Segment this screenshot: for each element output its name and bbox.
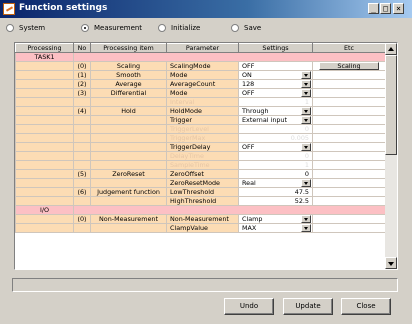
dropdown-arrow-icon[interactable] [301,80,311,88]
table-row: (0) Scaling ScalingMode OFF Scaling [15,61,386,71]
table-row: (2) Average AverageCount 128 [15,79,386,89]
setting-dropdown[interactable]: 128 [238,79,313,89]
table-row: (6) Judgement function LowThreshold 47.5 [15,187,386,197]
table-row: DelayTime 0 [15,151,386,161]
setting-dropdown[interactable]: MAX [238,223,313,233]
dropdown-arrow-icon[interactable] [301,71,311,79]
table-row: TriggerLevel 0 [15,124,386,134]
table-row: Interval 1 [15,97,386,107]
close-window-button[interactable]: × [393,3,404,14]
task1-label: TASK1 [15,52,74,62]
task1-row: TASK1 [15,52,386,62]
header-processing: Processing [15,43,74,53]
header-settings: Settings [238,43,313,53]
setting-text-field[interactable]: 0 [238,169,313,179]
setting-text-field[interactable]: 52.5 [238,196,313,206]
table-row: TriggerDelay OFF [15,142,386,152]
close-button[interactable]: Close [341,298,391,315]
settings-table: Processing No Processing item Parameter … [15,43,386,233]
radio-label: System [19,24,46,32]
dropdown-arrow-icon[interactable] [301,116,311,124]
scroll-down-icon[interactable] [385,257,397,269]
header-no: No [73,43,91,53]
minimize-button[interactable]: _ [368,3,379,14]
radio-system[interactable]: System [6,22,45,34]
table-row: (4) Hold HoldMode Through [15,106,386,116]
setting-text-field[interactable]: 47.5 [238,187,313,197]
scaling-button[interactable]: Scaling [319,62,379,70]
setting-dropdown[interactable]: Clamp [238,214,313,224]
dropdown-arrow-icon[interactable] [301,179,311,187]
radio-label: Save [244,24,262,32]
radio-measurement[interactable]: Measurement [81,22,142,34]
dropdown-arrow-icon[interactable] [301,215,311,223]
radio-dot-icon [6,24,14,32]
undo-button[interactable]: Undo [224,298,274,315]
table-row: Trigger External input [15,115,386,125]
radio-dot-icon [81,24,89,32]
app-icon [3,3,15,15]
radio-initialize[interactable]: Initialize [158,22,200,34]
table-row: HighThreshold 52.5 [15,196,386,206]
io-label: I/O [15,205,74,215]
maximize-button[interactable]: □ [380,3,391,14]
radio-dot-icon [231,24,239,32]
window-title: Function settings [19,3,108,13]
dropdown-arrow-icon[interactable] [301,224,311,232]
setting-text-field: 1 [238,97,313,107]
setting-dropdown[interactable]: OFF [238,88,313,98]
scroll-up-icon[interactable] [385,43,397,55]
update-button[interactable]: Update [283,298,333,315]
header-etc: Etc [312,43,386,53]
io-row: I/O [15,205,386,215]
header-parameter: Parameter [166,43,239,53]
table-row: (0) Non-Measurement Non-Measurement Clamp [15,214,386,224]
table-row: (1) Smooth Mode ON [15,70,386,80]
setting-dropdown[interactable]: Real [238,178,313,188]
table-row: ZeroResetMode Real [15,178,386,188]
radio-label: Initialize [171,24,201,32]
vertical-scrollbar[interactable] [385,43,397,269]
table-row: ClampValue MAX [15,223,386,233]
table-row: SampleTime 1 [15,160,386,170]
radio-dot-icon [158,24,166,32]
setting-text-field[interactable]: OFF [238,61,313,71]
header-processing-item: Processing item [90,43,167,53]
dropdown-arrow-icon[interactable] [301,143,311,151]
table-row: TriggerMax 0.005 [15,133,386,143]
setting-dropdown[interactable]: OFF [238,142,313,152]
progress-bar [12,278,398,292]
radio-label: Measurement [94,24,143,32]
title-bar: Function settings _ □ × [0,0,412,18]
table-row: (3) Differential Mode OFF [15,88,386,98]
radio-save[interactable]: Save [231,22,261,34]
setting-dropdown[interactable]: Through [238,106,313,116]
table-row: (5) ZeroReset ZeroOffset 0 [15,169,386,179]
dropdown-arrow-icon[interactable] [301,89,311,97]
setting-dropdown[interactable]: ON [238,70,313,80]
dropdown-arrow-icon[interactable] [301,107,311,115]
scroll-thumb[interactable] [385,55,397,155]
settings-grid-panel: Processing No Processing item Parameter … [14,42,398,270]
setting-dropdown[interactable]: External input [238,115,313,125]
